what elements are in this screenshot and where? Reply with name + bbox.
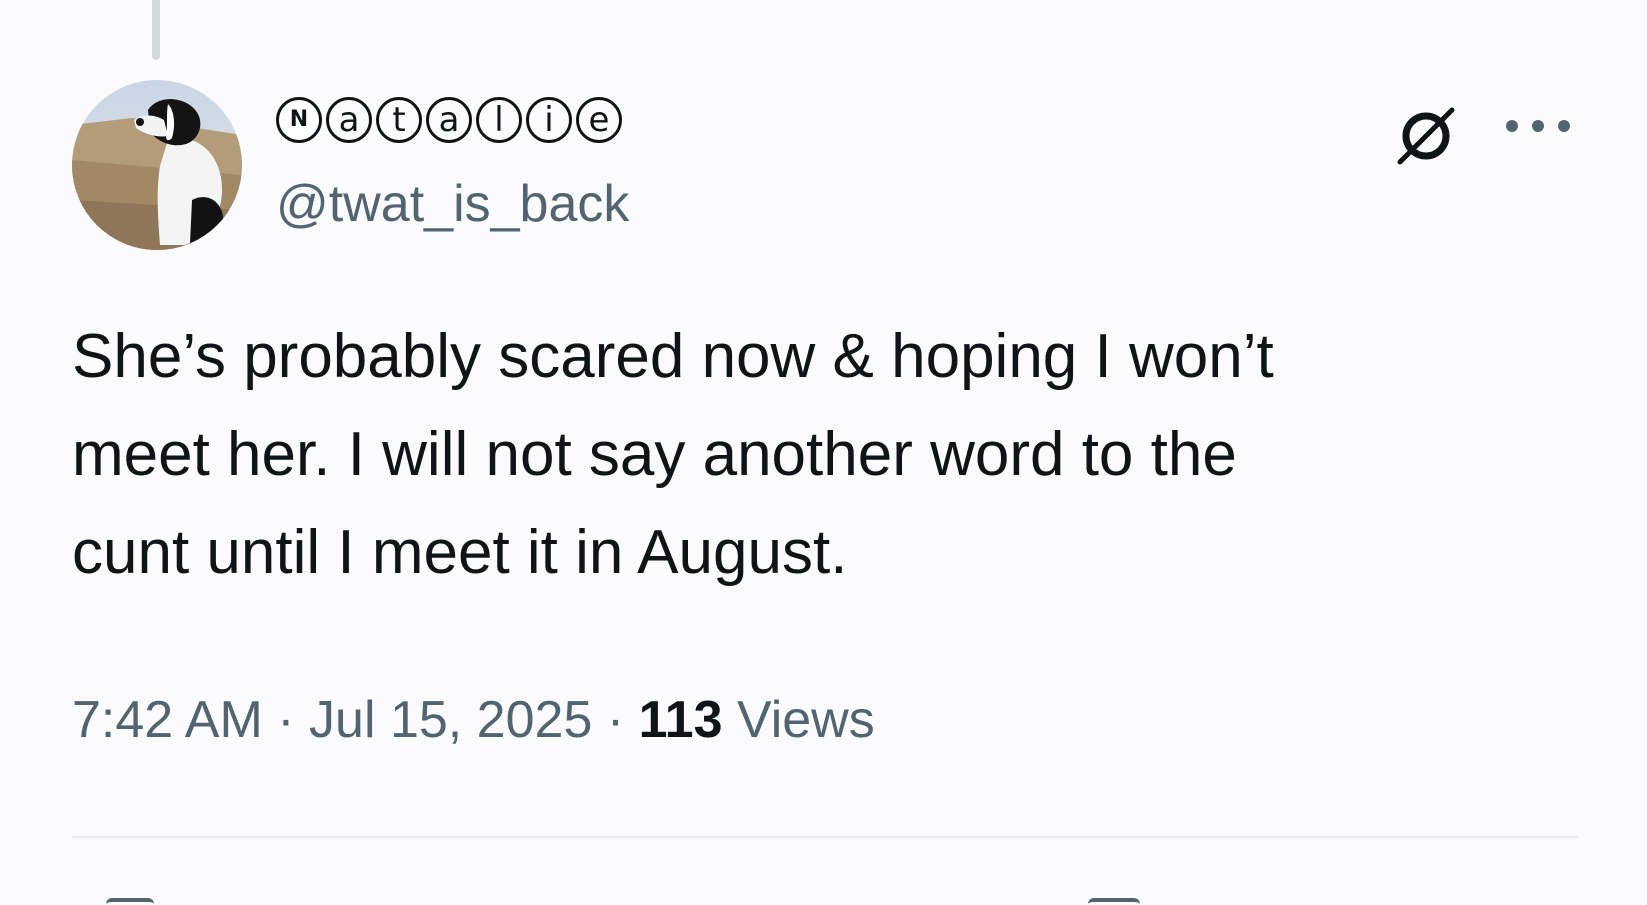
tweet-text-line: meet her. I will not say another word to…: [72, 420, 1237, 489]
more-dot: [1506, 120, 1518, 132]
avatar[interactable]: [72, 80, 242, 250]
display-name[interactable]: N a t a l i e: [276, 92, 622, 148]
display-name-letter: t: [376, 97, 422, 143]
views-count: 113: [638, 691, 723, 749]
display-name-letter: l: [476, 97, 522, 143]
display-name-letter: a: [426, 97, 472, 143]
tweet-text: She’s probably scared now & hoping I won…: [72, 308, 1552, 602]
divider: [72, 836, 1578, 838]
display-name-letter: i: [526, 97, 572, 143]
display-name-letter: N: [276, 97, 322, 143]
tweet-text-line: cunt until I meet it in August.: [72, 518, 848, 587]
avatar-photo: [72, 80, 242, 250]
views-label: Views: [736, 691, 875, 749]
thread-connector-line: [152, 0, 160, 60]
tweet-time[interactable]: 7:42 AM: [72, 691, 263, 749]
meta-separator: ·: [606, 691, 625, 749]
tweet-text-line: She’s probably scared now & hoping I won…: [72, 322, 1274, 391]
more-options-icon[interactable]: [1506, 112, 1570, 140]
tweet-screen: N a t a l i e @twat_is_back She’s probab…: [0, 0, 1647, 905]
empty-set-icon: [1390, 98, 1462, 170]
reply-icon[interactable]: [106, 898, 154, 905]
meta-separator: ·: [277, 691, 295, 749]
more-dot: [1532, 120, 1544, 132]
display-name-letter: e: [576, 97, 622, 143]
tweet-metadata: 7:42 AM · Jul 15, 2025 · 113 Views: [72, 690, 875, 750]
display-name-letter: a: [326, 97, 372, 143]
bookmark-icon[interactable]: [1088, 898, 1140, 905]
user-handle[interactable]: @twat_is_back: [276, 178, 629, 230]
more-dot: [1558, 120, 1570, 132]
tweet-date[interactable]: Jul 15, 2025: [309, 691, 592, 749]
